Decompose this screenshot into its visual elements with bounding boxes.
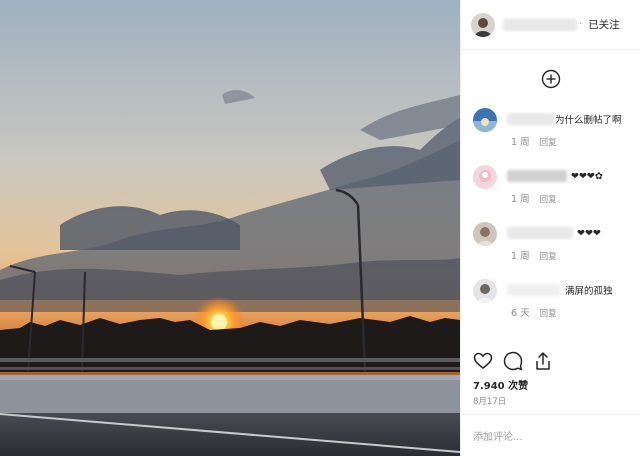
reply-button[interactable]: 回复 <box>540 309 557 319</box>
comment-meta: 1 周回复 <box>511 134 557 148</box>
reply-button[interactable]: 回复 <box>540 252 557 262</box>
post-header: · 已关注 <box>461 0 640 50</box>
comment-list: 为什么删帖了啊 1 周回复 ❤❤❤✿ 1 周回复 ❤❤❤ 1 周 回复 满屏的孤… <box>461 108 640 336</box>
action-bar <box>473 351 553 371</box>
comment-text: 满屏的孤独 <box>565 286 613 297</box>
comment-item: ❤❤❤✿ 1 周回复 <box>473 165 634 222</box>
comment-meta: 6 天回复 <box>511 305 557 319</box>
comment-time: 1 周 <box>511 137 530 148</box>
comment-line: 满屏的孤独 <box>507 283 634 297</box>
commenter-name-redacted <box>507 284 561 296</box>
share-icon <box>536 352 550 370</box>
comment-time: 1 周 <box>511 251 530 262</box>
post-photo[interactable] <box>0 0 460 456</box>
follow-status-button[interactable]: 已关注 <box>588 17 620 32</box>
comment-text: ❤❤❤ <box>577 227 601 239</box>
like-count[interactable]: 7.940 次赞 <box>473 377 528 392</box>
author-name-redacted <box>503 18 577 31</box>
reply-button[interactable]: 回复 <box>540 138 557 148</box>
commenter-name-redacted <box>507 170 567 182</box>
comment-text: 为什么删帖了啊 <box>555 115 622 126</box>
comment-item: 为什么删帖了啊 1 周回复 <box>473 108 634 165</box>
commenter-avatar[interactable] <box>473 165 497 189</box>
comment-line: ❤❤❤ <box>507 226 634 240</box>
divider <box>461 414 640 415</box>
sunset-photo <box>0 0 460 456</box>
heart-icon <box>473 352 493 369</box>
commenter-avatar[interactable] <box>473 279 497 303</box>
commenter-avatar[interactable] <box>473 108 497 132</box>
comment-time: 6 天 <box>511 308 530 319</box>
add-row <box>461 50 640 108</box>
comment-meta: 1 周回复 <box>511 191 557 205</box>
add-comment-input[interactable]: 添加评论... <box>473 428 523 443</box>
comment-item: 满屏的孤独 6 天回复 <box>473 279 634 336</box>
separator-dot: · <box>579 19 583 30</box>
comment-time: 1 周 <box>511 194 530 205</box>
like-button[interactable] <box>473 351 493 371</box>
post-date: 8月17日 <box>473 397 507 407</box>
reply-button[interactable]: 回复 <box>540 195 557 205</box>
commenter-avatar[interactable] <box>473 222 497 246</box>
comment-bubble-icon <box>503 351 523 371</box>
post-sidebar: · 已关注 为什么删帖了啊 1 周回复 ❤❤❤✿ 1 周 回复 ❤❤❤ 1 周 … <box>460 0 640 456</box>
comment-text: ❤❤❤✿ <box>571 170 603 182</box>
commenter-name-redacted <box>507 113 555 125</box>
comment-button[interactable] <box>503 351 523 371</box>
share-button[interactable] <box>533 351 553 371</box>
post-viewer: · 已关注 为什么删帖了啊 1 周回复 ❤❤❤✿ 1 周 回复 ❤❤❤ 1 周 … <box>0 0 640 456</box>
commenter-name-redacted <box>507 227 573 239</box>
comment-line: 为什么删帖了啊 <box>507 112 634 126</box>
comment-line: ❤❤❤✿ <box>507 169 634 183</box>
plus-circle-icon[interactable] <box>541 69 561 89</box>
comment-meta: 1 周回复 <box>511 248 557 262</box>
comment-item: ❤❤❤ 1 周回复 <box>473 222 634 279</box>
author-avatar[interactable] <box>471 12 495 37</box>
